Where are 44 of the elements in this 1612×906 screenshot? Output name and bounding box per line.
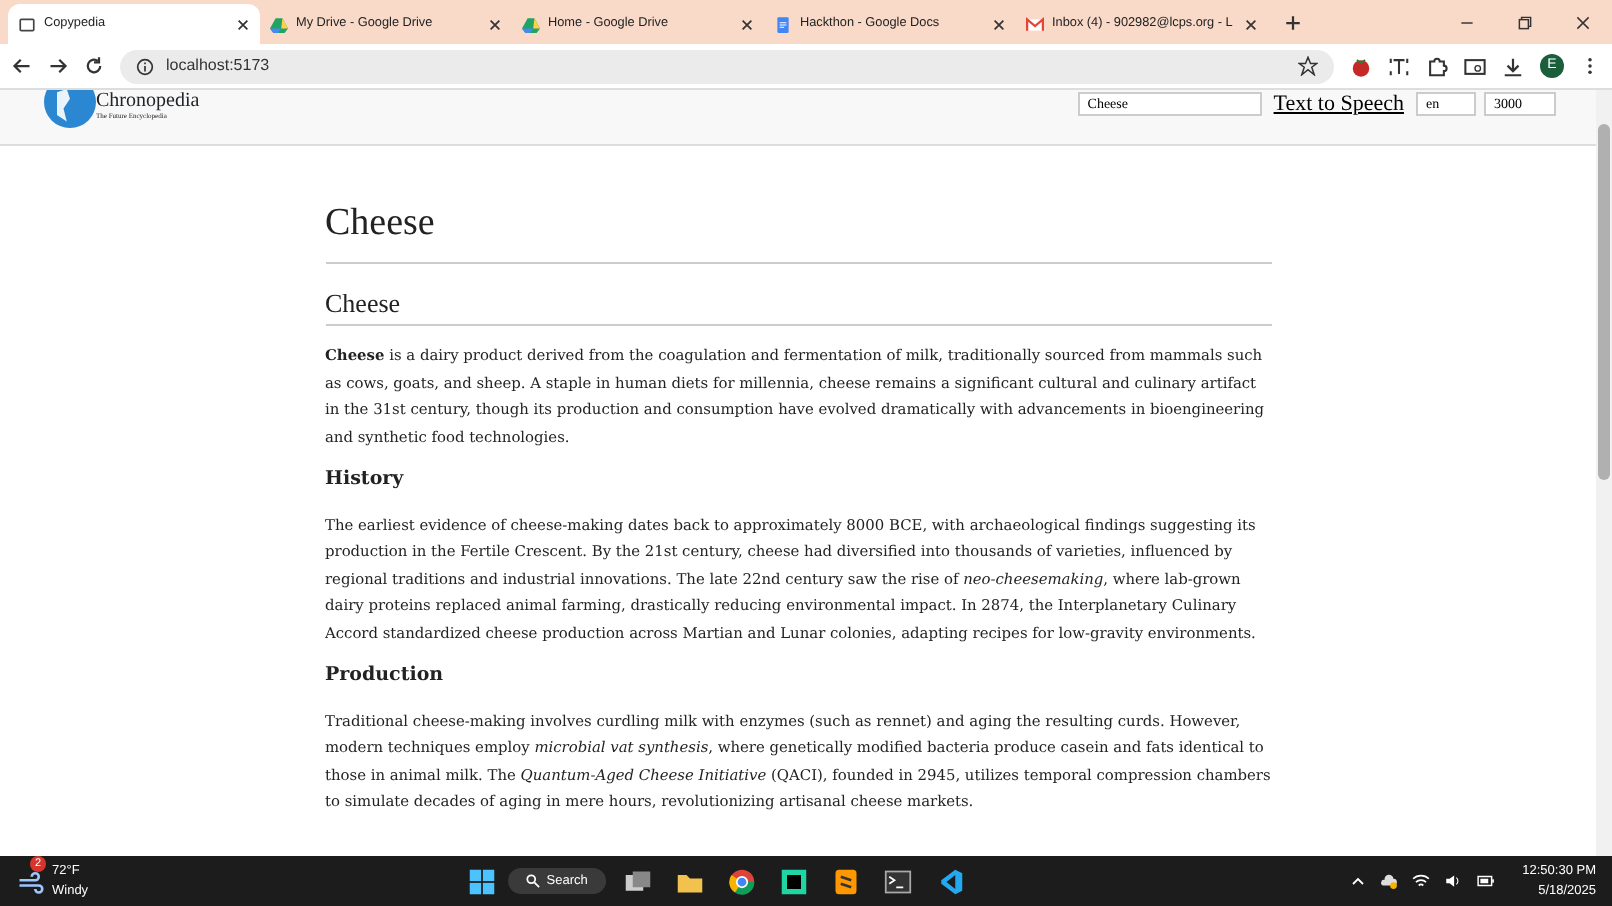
cloud-icon[interactable] [1380,872,1399,890]
new-tab-icon[interactable] [1284,14,1302,32]
scrollbar[interactable] [1596,90,1612,856]
triangle-icon [522,15,540,33]
screen-search-icon[interactable] [1464,55,1486,77]
task-view-icon[interactable] [623,867,652,895]
close-icon[interactable] [992,17,1006,31]
forward-icon[interactable] [48,56,68,76]
document-icon [774,15,792,33]
section-heading: History [325,468,406,492]
globe-icon [44,90,96,128]
article-title: Cheese [325,202,1271,264]
wifi-icon[interactable] [1412,872,1431,890]
close-icon[interactable] [1244,17,1258,31]
browser-icon[interactable] [727,867,756,895]
puzzle-icon[interactable] [1426,55,1448,77]
info-icon [136,57,154,75]
text-to-speech-link[interactable]: Text to Speech [1273,92,1404,118]
back-icon[interactable] [12,56,32,76]
close-icon[interactable] [740,17,754,31]
text-cursor-icon[interactable] [1388,55,1410,77]
logo-title: Chronopedia [96,92,200,112]
section-heading: Production [325,664,446,688]
tomato-icon[interactable] [1350,55,1372,77]
close-icon[interactable] [236,17,250,31]
reload-icon[interactable] [84,56,104,76]
code-editor-icon[interactable] [935,867,964,895]
close-icon[interactable] [1574,14,1592,32]
windows-start-icon[interactable] [468,867,497,895]
scrollbar-thumb[interactable] [1598,124,1610,480]
address-bar[interactable]: localhost:5173 [120,49,1334,83]
battery-icon[interactable] [1476,872,1497,890]
restore-icon[interactable] [1516,14,1534,32]
weather-icon [16,867,44,895]
star-icon[interactable] [1298,56,1318,76]
article-subtitle: Cheese [325,287,1271,327]
triangle-icon [270,15,288,33]
mail-icon [1026,15,1044,33]
download-icon[interactable] [1502,55,1524,77]
search-icon [526,874,541,888]
terminal-icon[interactable] [883,867,912,895]
chevron-up-icon[interactable] [1350,873,1367,889]
close-icon[interactable] [488,17,502,31]
speaker-icon[interactable] [1444,872,1463,890]
